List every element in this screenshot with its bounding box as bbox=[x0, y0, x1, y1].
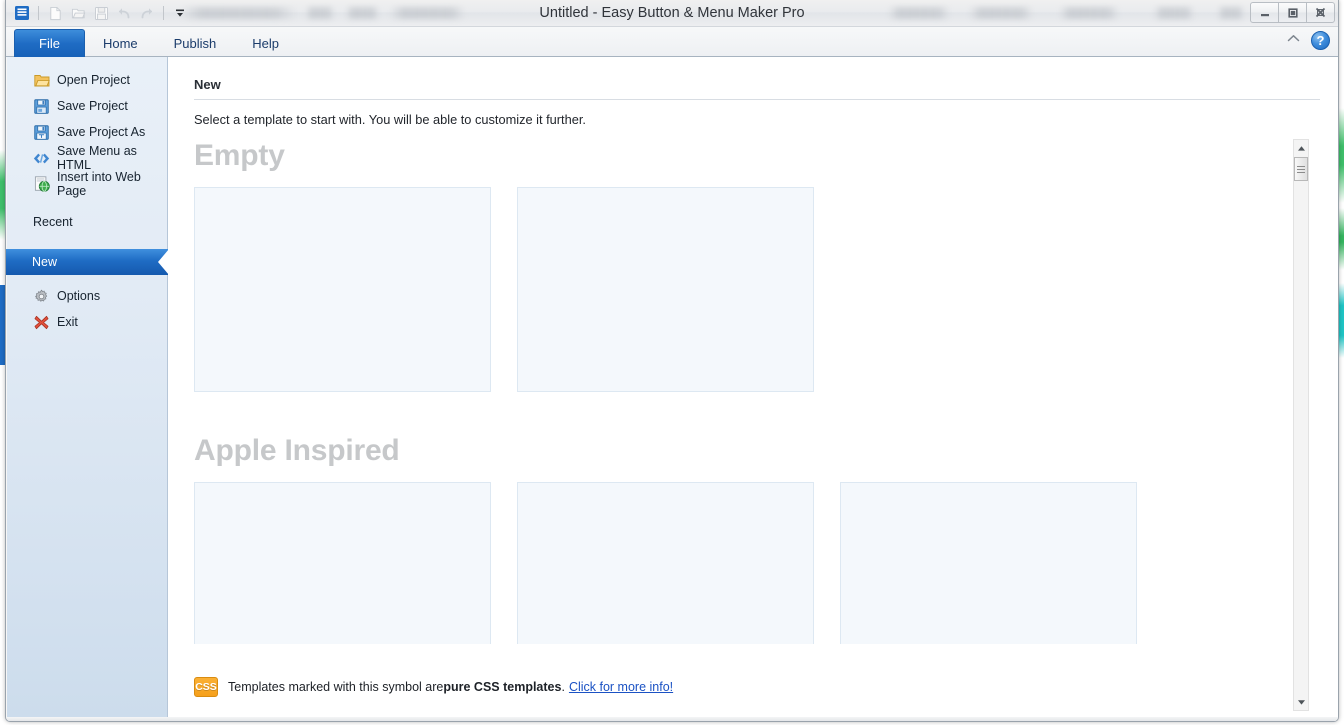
help-button[interactable]: ? bbox=[1311, 31, 1330, 50]
section-empty: Empty bbox=[168, 139, 1321, 392]
title-bar: Untitled - Easy Button & Menu Maker Pro bbox=[6, 0, 1338, 27]
sidebar-item-label: Save Project As bbox=[57, 125, 145, 139]
css-badge-icon: CSS bbox=[194, 677, 218, 697]
minimize-button[interactable] bbox=[1250, 2, 1279, 23]
titlebar-blurred-text-6 bbox=[969, 7, 1033, 19]
more-info-link[interactable]: Click for more info! bbox=[569, 680, 673, 694]
note-prefix: Templates marked with this symbol are bbox=[228, 680, 443, 694]
titlebar-blurred-text-2 bbox=[306, 7, 334, 19]
new-icon[interactable] bbox=[45, 3, 65, 23]
window-controls[interactable] bbox=[1251, 2, 1335, 23]
template-card-row bbox=[194, 482, 1321, 644]
scroll-up-arrow[interactable] bbox=[1294, 140, 1308, 156]
sidebar-item-label: Options bbox=[57, 289, 100, 303]
ribbon-tabs[interactable]: File Home Publish Help bbox=[14, 28, 297, 57]
sidebar-item-label: New bbox=[32, 255, 57, 269]
sidebar-item-save-project-as[interactable]: Save Project As bbox=[7, 119, 167, 145]
template-card[interactable] bbox=[194, 187, 491, 392]
undo-icon[interactable] bbox=[114, 3, 134, 23]
template-card[interactable] bbox=[517, 187, 814, 392]
sidebar-item-label: Insert into Web Page bbox=[57, 170, 167, 198]
content-header: New bbox=[194, 77, 1294, 100]
sidebar-item-options[interactable]: Options bbox=[7, 283, 167, 309]
note-suffix: . bbox=[561, 680, 564, 694]
minimize-ribbon-icon[interactable] bbox=[1286, 32, 1301, 50]
maximize-button[interactable] bbox=[1278, 2, 1307, 23]
save-as-disk-icon bbox=[33, 124, 50, 141]
sidebar-item-new[interactable]: New bbox=[6, 249, 168, 275]
titlebar-blurred-text-8 bbox=[1154, 7, 1194, 19]
template-card-row bbox=[194, 187, 1321, 392]
tab-file[interactable]: File bbox=[14, 29, 85, 57]
sidebar-item-open-project[interactable]: Open Project bbox=[7, 67, 167, 93]
folder-open-icon bbox=[33, 72, 50, 89]
desktop-background: Untitled - Easy Button & Menu Maker Pro bbox=[0, 0, 1344, 725]
ribbon-right-controls[interactable]: ? bbox=[1286, 31, 1330, 50]
open-icon[interactable] bbox=[68, 3, 88, 23]
gear-icon bbox=[33, 288, 50, 305]
app-menu-icon[interactable] bbox=[12, 3, 32, 23]
sidebar-item-exit[interactable]: Exit bbox=[7, 309, 167, 335]
redo-icon[interactable] bbox=[137, 3, 157, 23]
page-subtitle: Select a template to start with. You wil… bbox=[194, 112, 586, 127]
sidebar-item-label: Open Project bbox=[57, 73, 130, 87]
titlebar-blurred-text-5 bbox=[888, 7, 950, 19]
css-templates-note: CSS Templates marked with this symbol ar… bbox=[194, 677, 673, 697]
close-button[interactable] bbox=[1306, 2, 1335, 23]
titlebar-blurred-text-9 bbox=[1218, 7, 1244, 19]
red-x-icon bbox=[33, 314, 50, 331]
template-scroll-area[interactable]: Empty Apple Inspired bbox=[168, 139, 1321, 644]
application-window: Untitled - Easy Button & Menu Maker Pro bbox=[5, 0, 1339, 722]
scrollbar-grip-icon bbox=[1297, 164, 1305, 175]
backstage-content: New Select a template to start with. You… bbox=[168, 57, 1339, 721]
sidebar-item-label: Exit bbox=[57, 315, 78, 329]
note-emphasis: pure CSS templates bbox=[443, 680, 561, 694]
titlebar-blurred-text-4 bbox=[390, 7, 465, 19]
titlebar-blurred-text-3 bbox=[346, 7, 379, 19]
header-divider bbox=[194, 99, 1320, 100]
quick-access-toolbar[interactable] bbox=[12, 2, 190, 24]
web-page-globe-icon bbox=[33, 176, 50, 193]
tab-help[interactable]: Help bbox=[234, 30, 297, 57]
window-bottom-edge bbox=[6, 717, 1338, 721]
titlebar-blurred-text-1 bbox=[181, 7, 296, 19]
sidebar-item-insert-into-web-page[interactable]: Insert into Web Page bbox=[7, 171, 167, 197]
template-card[interactable] bbox=[517, 482, 814, 644]
sidebar-section-recent: Recent bbox=[7, 209, 167, 235]
code-brackets-icon bbox=[33, 150, 50, 167]
tab-publish[interactable]: Publish bbox=[156, 30, 235, 57]
scroll-down-arrow[interactable] bbox=[1294, 694, 1308, 710]
sidebar-item-label: Save Project bbox=[57, 99, 128, 113]
vertical-scrollbar[interactable] bbox=[1293, 139, 1309, 711]
section-apple-inspired: Apple Inspired bbox=[168, 434, 1321, 644]
scrollbar-thumb[interactable] bbox=[1294, 157, 1308, 181]
qat-separator-1 bbox=[38, 6, 39, 20]
titlebar-blurred-text-7 bbox=[1059, 7, 1119, 19]
backstage-sidebar: Open Project Save Project bbox=[7, 57, 168, 721]
template-card[interactable] bbox=[840, 482, 1137, 644]
ribbon-tab-strip: File Home Publish Help ? bbox=[6, 27, 1338, 57]
sidebar-item-label: Save Menu as HTML bbox=[57, 144, 167, 172]
tab-home[interactable]: Home bbox=[85, 30, 156, 57]
section-heading: Apple Inspired bbox=[194, 434, 1321, 468]
page-title: New bbox=[194, 77, 1294, 99]
qat-separator-2 bbox=[163, 6, 164, 20]
sidebar-item-save-project[interactable]: Save Project bbox=[7, 93, 167, 119]
save-icon[interactable] bbox=[91, 3, 111, 23]
save-disk-icon bbox=[33, 98, 50, 115]
section-heading: Empty bbox=[194, 139, 1321, 173]
template-card[interactable] bbox=[194, 482, 491, 644]
sidebar-item-save-menu-as-html[interactable]: Save Menu as HTML bbox=[7, 145, 167, 171]
